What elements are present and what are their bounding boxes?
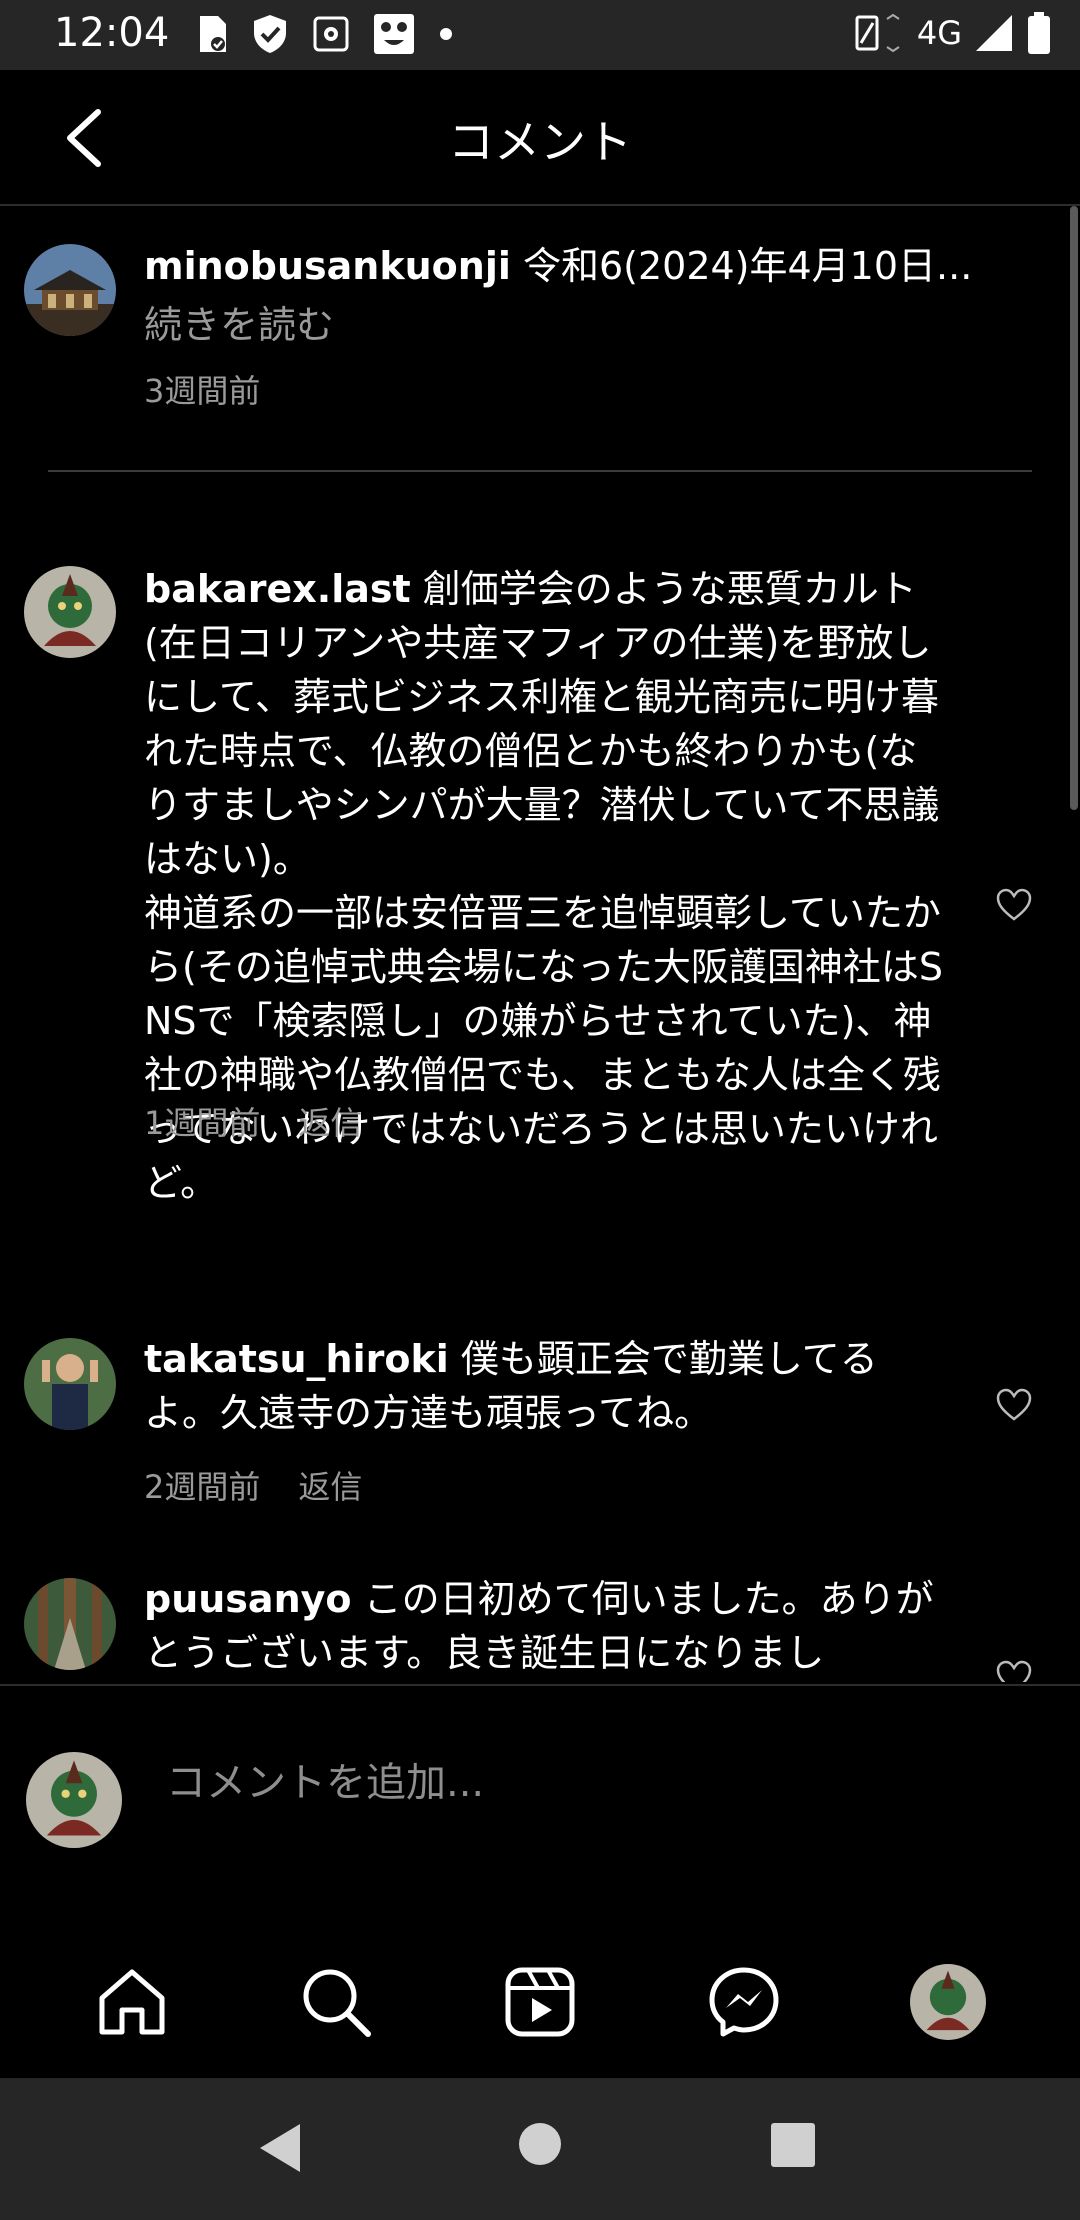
search-icon[interactable]: [298, 1964, 374, 2040]
system-nav-bar: [0, 2078, 1080, 2220]
reply-button[interactable]: 返信: [298, 1098, 362, 1144]
comment-list[interactable]: minobusankuonji 令和6(2024)年4月10日... 続きを読む…: [0, 206, 1080, 1682]
caption-text: minobusankuonji 令和6(2024)年4月10日...: [144, 240, 972, 292]
sim-card-icon: [200, 16, 226, 52]
comment-username[interactable]: takatsu_hiroki: [144, 1337, 449, 1381]
status-system-icons: 4G: [853, 12, 1052, 54]
home-circle-icon[interactable]: [518, 2122, 562, 2166]
recents-square-icon[interactable]: [770, 2122, 816, 2168]
avatar[interactable]: [24, 566, 116, 658]
settings-square-icon: [313, 16, 349, 52]
caption-divider: [48, 470, 1032, 472]
comment-item: bakarex.last 創価学会のような悪質カルト(在日コリアンや共産マフィア…: [0, 546, 1080, 1205]
read-more-link[interactable]: 続きを読む: [144, 294, 334, 349]
messenger-icon[interactable]: [706, 1964, 782, 2040]
app-header: コメント: [0, 70, 1080, 206]
page-title: コメント: [448, 115, 632, 169]
like-heart-icon[interactable]: [996, 1388, 1032, 1422]
caption-timestamp: 3週間前: [144, 372, 261, 410]
comment-meta: 1週間前 返信: [144, 1098, 362, 1144]
comment-compose-bar: [0, 1684, 1080, 1930]
caption-username[interactable]: minobusankuonji: [144, 244, 511, 288]
comment-text: takatsu_hiroki 僕も顕正会で勤業してるよ。久遠寺の方達も頑張ってね…: [144, 1332, 944, 1440]
profile-avatar[interactable]: [910, 1964, 986, 2040]
like-heart-icon[interactable]: [996, 1660, 1032, 1682]
shield-check-icon: [254, 15, 286, 53]
comment-username[interactable]: bakarex.last: [144, 567, 411, 611]
avatar: [26, 1752, 122, 1848]
network-type: 4G: [916, 14, 962, 52]
scrollbar[interactable]: [1070, 206, 1078, 810]
comment-meta: 2週間前 返信: [144, 1462, 362, 1508]
comment-text: puusanyo この日初めて伺いました。ありがとうございます。良き誕生日になり…: [144, 1572, 944, 1680]
avatar[interactable]: [24, 1578, 116, 1670]
status-notification-icons: [192, 12, 454, 56]
status-time: 12:04: [54, 10, 170, 56]
dot-icon: [440, 28, 452, 40]
reply-button[interactable]: 返信: [298, 1462, 362, 1508]
post-caption: minobusankuonji 令和6(2024)年4月10日... 続きを読む…: [0, 206, 1080, 472]
comment-timestamp: 2週間前: [144, 1468, 261, 1506]
caption-body: 令和6(2024)年4月10日...: [510, 244, 973, 288]
comment-item: takatsu_hiroki 僕も顕正会で勤業してるよ。久遠寺の方達も頑張ってね…: [0, 1336, 1080, 1546]
bottom-nav: [0, 1928, 1080, 2078]
comment-input[interactable]: [164, 1742, 1028, 1824]
home-icon[interactable]: [94, 1964, 170, 2040]
back-triangle-icon[interactable]: [256, 2122, 304, 2174]
comment-timestamp: 1週間前: [144, 1104, 261, 1142]
signal-icon: [976, 15, 1012, 51]
reels-icon[interactable]: [502, 1964, 578, 2040]
vibrate-icon: [855, 13, 900, 53]
avatar[interactable]: [24, 244, 116, 336]
like-heart-icon[interactable]: [996, 888, 1032, 922]
status-bar: 12:04 4G: [0, 0, 1080, 70]
avatar[interactable]: [24, 1338, 116, 1430]
comment-username[interactable]: puusanyo: [144, 1577, 352, 1621]
battery-icon: [1028, 12, 1050, 54]
mask-icon: [374, 14, 414, 54]
comment-item: puusanyo この日初めて伺いました。ありがとうございます。良き誕生日になり…: [0, 1576, 1080, 1682]
